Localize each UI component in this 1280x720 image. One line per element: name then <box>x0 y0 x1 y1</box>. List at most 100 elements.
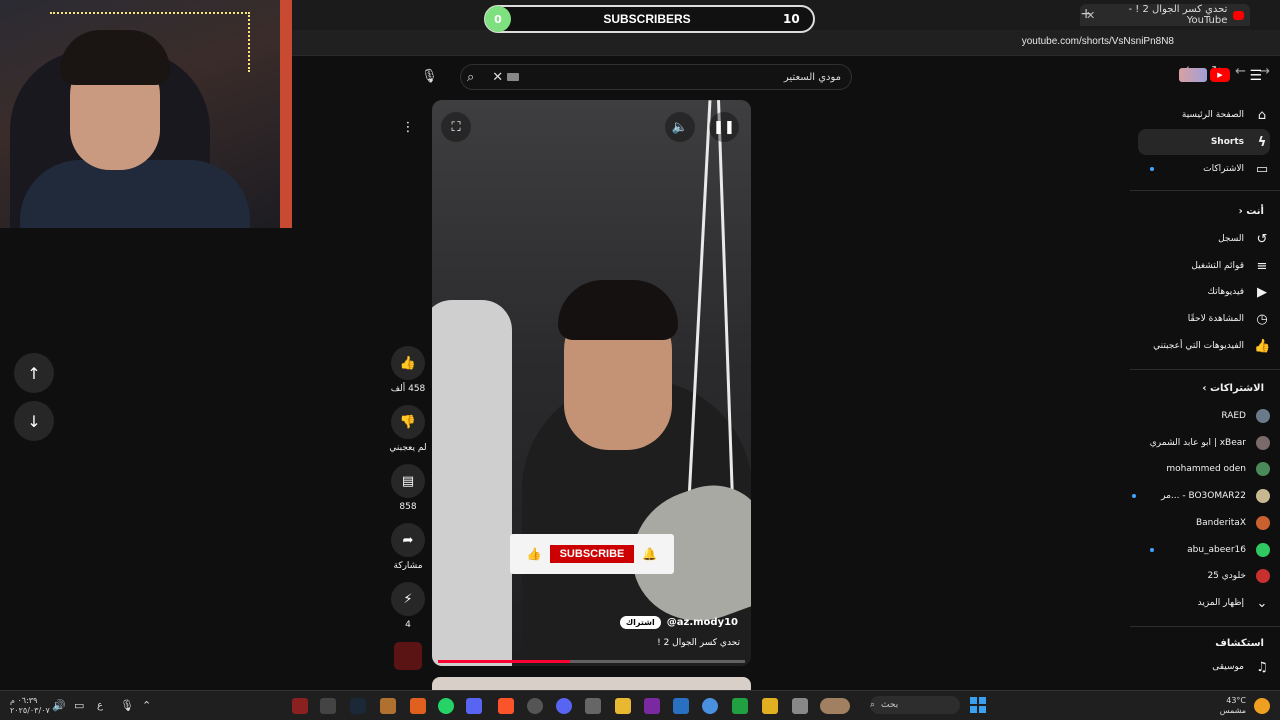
sidebar-item-label: السجل <box>1218 234 1244 244</box>
sound-thumbnail[interactable] <box>394 642 422 670</box>
like-thumb-icon: 👍 <box>526 547 542 561</box>
app-recording-icon[interactable] <box>292 698 308 714</box>
sidebar-sub-item[interactable]: RAED <box>1138 403 1270 429</box>
fullscreen-button[interactable]: ⛶ <box>441 112 471 142</box>
tray-expand-icon[interactable]: ⌃ <box>142 699 151 712</box>
sun-icon[interactable] <box>1254 698 1270 714</box>
app-notes-icon[interactable] <box>762 698 778 714</box>
new-tab-icon[interactable]: + <box>1080 6 1092 22</box>
sidebar-item-subscriptions[interactable]: الاشتراكات ▭ <box>1138 156 1270 182</box>
channel-avatar <box>1256 409 1270 423</box>
like-button[interactable]: 👍 <box>391 346 425 380</box>
app-next-icon[interactable] <box>644 698 660 714</box>
share-button[interactable]: ➦ <box>391 523 425 557</box>
app-steam-icon[interactable] <box>350 698 366 714</box>
sidebar-item-label: فيديوهاتك <box>1207 287 1244 297</box>
more-options-button[interactable]: ⋮ <box>393 112 423 142</box>
app-widget-icon[interactable] <box>820 698 850 714</box>
share-label: مشاركة <box>393 561 423 571</box>
sidebar-sub-item[interactable]: BO3OMAR22 - ...مر <box>1138 483 1270 509</box>
taskbar-clock[interactable]: ٠٦:٣٩ م ٢٠٢٥/٠٣/٠٧ <box>10 696 50 716</box>
sidebar-item-shorts[interactable]: Shorts ϟ <box>1138 129 1270 155</box>
sidebar-sub-item[interactable]: mohammed oden <box>1138 456 1270 482</box>
video-progress-bar[interactable] <box>438 660 745 663</box>
app-discord-icon[interactable] <box>466 698 482 714</box>
remix-button[interactable]: ⚡ <box>391 582 425 616</box>
tab-title: تحدي كسر الجوال 2 ! - YouTube <box>1128 4 1228 26</box>
app-window-icon[interactable] <box>792 698 808 714</box>
channel-avatar <box>1256 489 1270 503</box>
network-icon[interactable]: ▭ <box>74 699 84 712</box>
channel-handle[interactable]: @az.mody10 <box>667 617 738 628</box>
windows-start-icon[interactable] <box>970 697 986 713</box>
pause-icon: ❚❚ <box>713 119 735 135</box>
search-icon[interactable]: ⌕ <box>467 70 474 85</box>
microphone-icon[interactable]: 🎙 <box>421 69 438 84</box>
sidebar-item-history[interactable]: السجل ↺ <box>1138 226 1270 252</box>
url-text[interactable]: youtube.com/shorts/VsNsniPn8N8 <box>1022 36 1174 47</box>
weather-widget[interactable]: 43°C مشمس <box>1220 696 1246 716</box>
app-game-icon[interactable] <box>380 698 396 714</box>
sidebar-item-label: خلودي 25 <box>1207 571 1246 581</box>
volume-button[interactable]: 🔈 <box>665 112 695 142</box>
app-discord-2-icon[interactable] <box>556 698 572 714</box>
sidebar-sub-item[interactable]: abu_abeer16 <box>1138 537 1270 563</box>
subscriptions-icon: ▭ <box>1255 161 1269 177</box>
overlay-subscribe-label: SUBSCRIBE <box>549 545 635 563</box>
sidebar-item-watch-later[interactable]: المشاهدة لاحقًا ◷ <box>1138 306 1270 332</box>
search-box[interactable]: ⌕ ✕ مودي السعتير <box>460 64 852 90</box>
sidebar-item-playlists[interactable]: قوائم التشغيل ≡ <box>1138 253 1270 279</box>
language-indicator[interactable]: ع <box>97 700 103 711</box>
comments-button[interactable]: ▤ <box>391 464 425 498</box>
sidebar-show-more[interactable]: إظهار المزيد ⌄ <box>1138 590 1270 616</box>
sidebar-item-label: الاشتراكات <box>1203 164 1244 174</box>
sidebar-item-label: BO3OMAR22 - ...مر <box>1161 491 1246 501</box>
subscriber-current: 0 <box>485 6 511 32</box>
app-whatsapp-icon[interactable] <box>438 698 454 714</box>
app-outlook-icon[interactable] <box>673 698 689 714</box>
subscribe-button[interactable]: اشتراك <box>619 615 661 629</box>
search-input[interactable]: مودي السعتير <box>519 72 851 83</box>
dislike-button[interactable]: 👎 <box>391 405 425 439</box>
pause-button[interactable]: ❚❚ <box>709 112 739 142</box>
you-heading[interactable]: أنت ‹ <box>1239 206 1264 217</box>
app-launcher-icon[interactable] <box>410 698 426 714</box>
app-file-explorer-icon[interactable] <box>615 698 631 714</box>
video-title[interactable]: تحدي كسر الجوال 2 ! <box>657 638 740 648</box>
dislike-label: لم يعجبني <box>389 443 427 453</box>
thumbs-up-icon: 👍 <box>399 355 417 371</box>
taskbar-search[interactable]: بحث ⌕ <box>870 696 960 714</box>
shorts-video-player[interactable] <box>432 100 751 666</box>
windows-taskbar: ٠٦:٣٩ م ٢٠٢٥/٠٣/٠٧ 🔊 ▭ ع 🎙 ⌃ 43°C مشمس <box>0 690 1280 720</box>
sidebar-item-music[interactable]: موسيقى ♫ <box>1138 654 1270 680</box>
clear-search-icon[interactable]: ✕ <box>492 70 503 85</box>
app-calculator-icon[interactable] <box>585 698 601 714</box>
app-chrome-icon[interactable] <box>702 698 718 714</box>
mic-tray-icon[interactable]: 🎙 <box>120 699 134 712</box>
sidebar-item-liked[interactable]: الفيديوهات التي أعجبتني 👍 <box>1138 333 1270 359</box>
next-short-preview[interactable] <box>432 677 751 691</box>
browser-tab[interactable]: تحدي كسر الجوال 2 ! - YouTube ✕ <box>1080 4 1250 26</box>
speaker-icon[interactable]: 🔊 <box>52 699 66 712</box>
comments-action: ▤ 858 <box>390 464 426 512</box>
thumbs-down-icon: 👎 <box>399 414 417 430</box>
app-epic-games-icon[interactable] <box>320 698 336 714</box>
app-obs-icon[interactable] <box>527 698 543 714</box>
sidebar-item-home[interactable]: الصفحة الرئيسية ⌂ <box>1138 102 1270 128</box>
sidebar-sub-item[interactable]: BanderitaX <box>1138 510 1270 536</box>
home-icon: ⌂ <box>1257 107 1267 123</box>
sidebar-sub-item[interactable]: خلودي 25 <box>1138 563 1270 589</box>
dislike-action: 👎 لم يعجبني <box>389 405 427 453</box>
app-brave-icon[interactable] <box>498 698 514 714</box>
next-short-button[interactable]: ↓ <box>14 401 54 441</box>
app-media-icon[interactable] <box>732 698 748 714</box>
video-progress-fill <box>438 660 570 663</box>
previous-short-button[interactable]: ↑ <box>14 353 54 393</box>
subscriber-label: SUBSCRIBERS <box>603 12 691 26</box>
sidebar-item-your-videos[interactable]: فيديوهاتك ▶ <box>1138 279 1270 305</box>
keyboard-icon[interactable] <box>507 73 520 81</box>
sidebar-item-label: الفيديوهات التي أعجبتني <box>1153 341 1244 351</box>
sidebar-sub-item[interactable]: xBear | ابو عابد الشمري <box>1138 430 1270 456</box>
sidebar-item-label: الصفحة الرئيسية <box>1181 110 1244 120</box>
subscriptions-heading[interactable]: الاشتراكات › <box>1202 383 1264 394</box>
